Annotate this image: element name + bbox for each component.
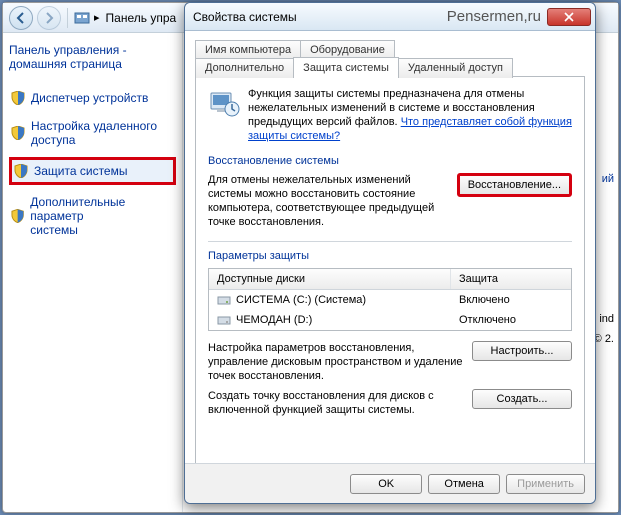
col-drives[interactable]: Доступные диски	[209, 269, 451, 289]
drive-icon	[217, 293, 231, 307]
tab-advanced[interactable]: Дополнительно	[195, 58, 294, 78]
system-restore-button[interactable]: Восстановление...	[457, 173, 572, 197]
section-restore-title: Восстановление системы	[208, 155, 572, 167]
shield-icon	[11, 91, 25, 105]
bg-text-frag1: ий	[602, 173, 614, 185]
restore-desc: Для отмены нежелательных изменений систе…	[208, 173, 449, 229]
sidebar-device-manager[interactable]: Диспетчер устройств	[9, 87, 176, 109]
shield-icon	[14, 164, 28, 178]
apply-button[interactable]: Применить	[506, 474, 585, 494]
tab-remote[interactable]: Удаленный доступ	[398, 58, 513, 78]
tab-strip-row2: Дополнительно Защита системы Удаленный д…	[195, 57, 585, 77]
watermark: Pensermen,ru	[447, 8, 541, 25]
divider	[208, 241, 572, 242]
create-button[interactable]: Создать...	[472, 389, 572, 409]
drive-status: Включено	[451, 291, 571, 309]
bg-text-frag2: ind	[599, 313, 614, 325]
intro-text: Функция защиты системы предназначена для…	[248, 87, 572, 143]
col-protection[interactable]: Защита	[451, 269, 571, 289]
cp-home-line2: домашняя страница	[9, 57, 122, 71]
arrow-right-icon	[43, 12, 55, 24]
shield-icon	[11, 126, 25, 140]
dialog-titlebar[interactable]: Свойства системы Pensermen,ru	[185, 3, 595, 31]
tab-system-protection[interactable]: Защита системы	[293, 57, 399, 77]
ok-button[interactable]: OK	[350, 474, 422, 494]
sidebar-remote-settings[interactable]: Настройка удаленногодоступа	[9, 115, 176, 151]
arrow-left-icon	[15, 12, 27, 24]
sidebar-label: Настройка удаленногодоступа	[31, 119, 157, 147]
nav-back-button[interactable]	[9, 6, 33, 30]
drive-name: СИСТЕМА (C:) (Система)	[236, 294, 366, 306]
breadcrumb[interactable]: Панель упра	[106, 11, 177, 25]
configure-button[interactable]: Настроить...	[472, 341, 572, 361]
sidebar-label: Диспетчер устройств	[31, 91, 148, 105]
sidebar-advanced-settings[interactable]: Дополнительные параметрсистемы	[9, 191, 176, 241]
sidebar-label: Защита системы	[34, 164, 127, 178]
drive-icon	[217, 313, 231, 327]
section-params-title: Параметры защиты	[208, 250, 572, 262]
table-row[interactable]: ЧЕМОДАН (D:) Отключено	[209, 310, 571, 330]
table-header: Доступные диски Защита	[209, 269, 571, 290]
tab-strip: Имя компьютера Оборудование	[195, 39, 585, 58]
create-desc: Создать точку восстановления для дисков …	[208, 389, 464, 417]
dialog-title: Свойства системы	[193, 10, 447, 24]
table-row[interactable]: СИСТЕМА (C:) (Система) Включено	[209, 290, 571, 310]
shield-icon	[11, 209, 24, 223]
sidebar-system-protection[interactable]: Защита системы	[9, 157, 176, 185]
cp-home-line1: Панель управления -	[9, 43, 127, 57]
drive-name: ЧЕМОДАН (D:)	[236, 314, 312, 326]
drives-table: Доступные диски Защита СИСТЕМА (C:) (Сис…	[208, 268, 572, 331]
close-icon	[564, 12, 574, 22]
system-protection-icon	[208, 87, 240, 119]
cancel-button[interactable]: Отмена	[428, 474, 500, 494]
sidebar-label: Дополнительные параметрсистемы	[30, 195, 174, 237]
system-properties-dialog: Свойства системы Pensermen,ru Имя компью…	[184, 2, 596, 504]
cp-home-link[interactable]: Панель управления - домашняя страница	[9, 43, 176, 71]
close-button[interactable]	[547, 8, 591, 26]
nav-separator	[67, 8, 68, 28]
nav-forward-button[interactable]	[37, 6, 61, 30]
configure-desc: Настройка параметров восстановления, упр…	[208, 341, 464, 383]
tab-panel: Функция защиты системы предназначена для…	[195, 76, 585, 463]
drive-status: Отключено	[451, 311, 571, 329]
control-panel-icon	[74, 10, 90, 26]
breadcrumb-sep: ▸	[94, 11, 100, 24]
bg-text-frag3: © 2.	[594, 333, 614, 345]
cp-sidebar: Панель управления - домашняя страница Ди…	[3, 33, 183, 512]
dialog-footer: OK Отмена Применить	[185, 463, 595, 503]
